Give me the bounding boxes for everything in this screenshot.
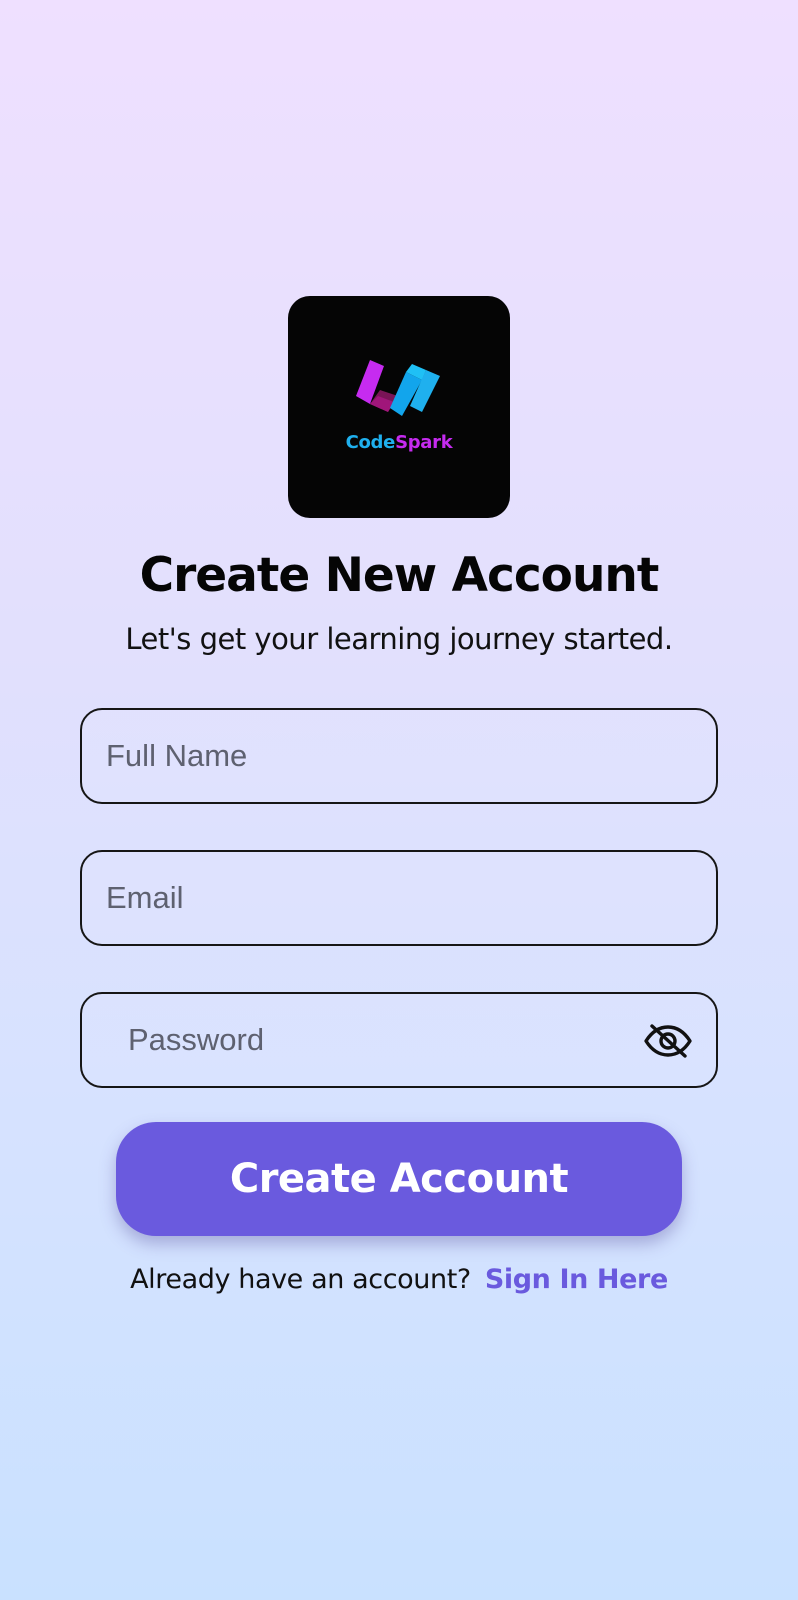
eye-off-icon [644, 1024, 692, 1058]
password-input[interactable] [82, 994, 716, 1086]
create-account-button[interactable]: Create Account [116, 1122, 682, 1236]
email-field[interactable] [80, 850, 718, 946]
full-name-input[interactable] [82, 710, 716, 802]
page-title: Create New Account [139, 548, 660, 603]
toggle-password-visibility-button[interactable] [642, 1020, 694, 1062]
signin-row: Already have an account? Sign In Here [0, 1264, 798, 1295]
full-name-field[interactable] [80, 708, 718, 804]
email-input[interactable] [82, 852, 716, 944]
codespark-logo-icon [356, 360, 440, 416]
signin-prompt: Already have an account? [130, 1264, 471, 1295]
password-field[interactable] [80, 992, 718, 1088]
sign-in-link[interactable]: Sign In Here [485, 1264, 668, 1295]
page-subtitle: Let's get your learning journey started. [125, 622, 673, 656]
logo-wordmark: CodeSpark [345, 432, 453, 453]
app-logo: CodeSpark [288, 296, 510, 518]
